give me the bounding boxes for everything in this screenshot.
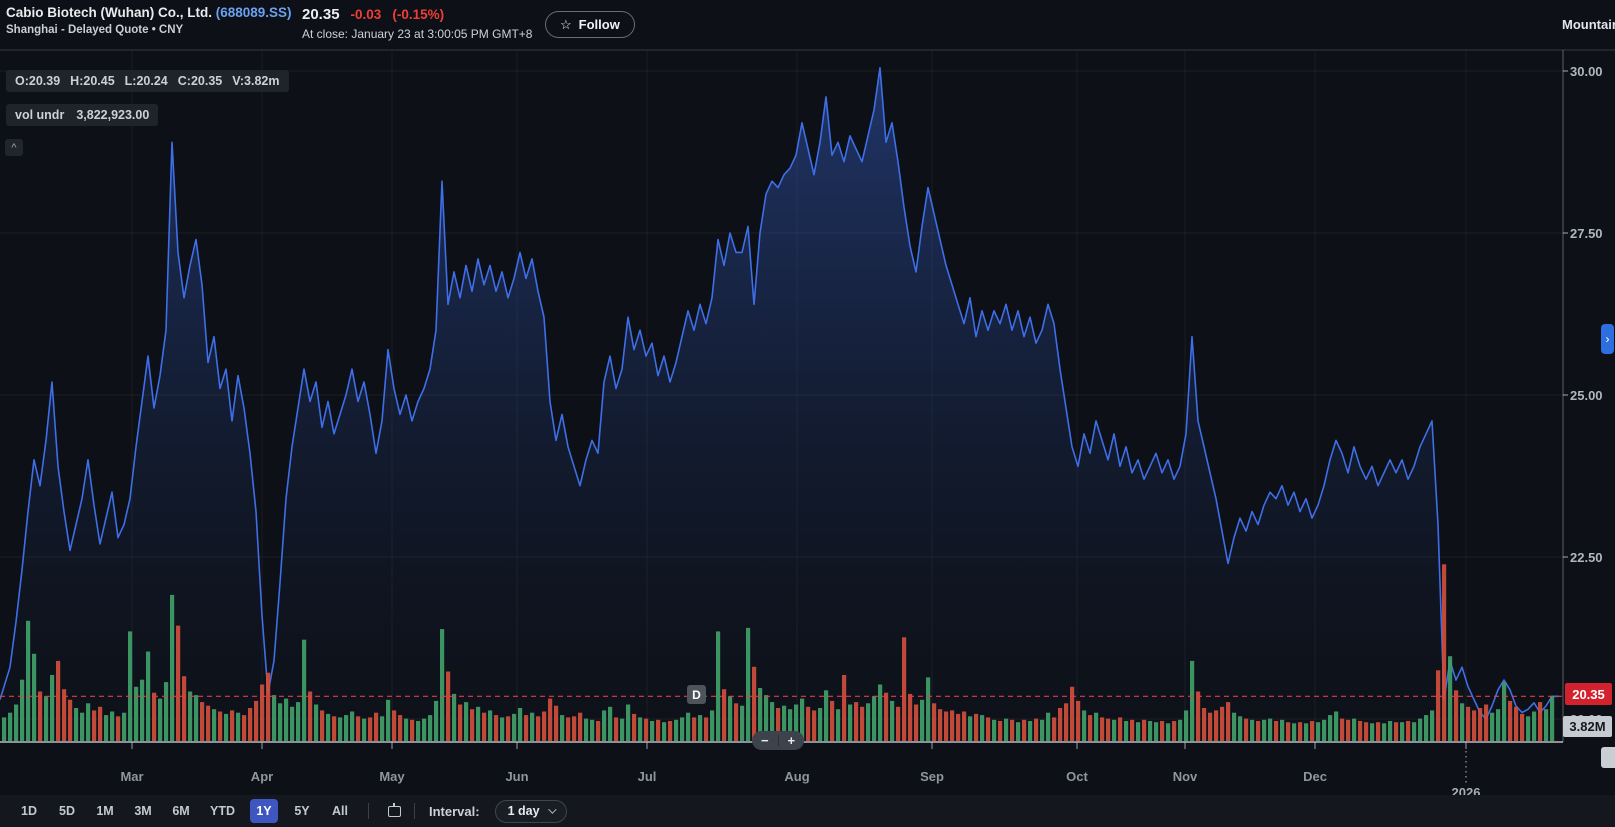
at-close-timestamp: At close: January 23 at 3:00:05 PM GMT+8 [302, 27, 532, 41]
last-price: 20.35 [302, 6, 340, 23]
exchange-line: Shanghai - Delayed Quote • CNY [6, 24, 183, 36]
chart-type-dropdown[interactable]: Mountain [1562, 17, 1615, 32]
range-button-6m[interactable]: 6M [167, 799, 195, 823]
interval-flag-badge: D [687, 685, 706, 704]
range-button-5d[interactable]: 5D [53, 799, 81, 823]
month-label: Apr [251, 769, 273, 784]
price-tick-label: 30.00 [1570, 64, 1614, 79]
axis-corner-handle[interactable] [1601, 747, 1615, 768]
indicator-label: vol undr [15, 108, 64, 122]
month-label: Nov [1173, 769, 1198, 784]
zoom-controls: − + [752, 731, 804, 750]
month-label: Aug [784, 769, 809, 784]
star-icon: ☆ [560, 17, 572, 33]
zoom-out-button[interactable]: − [752, 731, 778, 750]
follow-label: Follow [579, 17, 620, 32]
range-button-5y[interactable]: 5Y [288, 799, 316, 823]
collapse-chevron-icon[interactable]: ^ [5, 139, 23, 156]
interval-select[interactable]: 1 day [495, 800, 567, 823]
follow-button[interactable]: ☆ Follow [545, 11, 635, 38]
interval-label: Interval: [429, 804, 480, 819]
navigator-arrow-handle[interactable]: › [1601, 324, 1614, 354]
interval-value: 1 day [508, 804, 540, 818]
quote-row: 20.35 -0.03 (-0.15%) [302, 6, 444, 23]
range-button-ytd[interactable]: YTD [205, 799, 240, 823]
toolbar-divider [368, 803, 369, 819]
price-tick-label: 25.00 [1570, 388, 1614, 403]
volume-indicator-readout: vol undr 3,822,923.00 [6, 104, 158, 126]
range-button-all[interactable]: All [326, 799, 354, 823]
ohlc-readout: O:20.39 H:20.45 L:20.24 C:20.35 V:3.82m [6, 70, 289, 92]
range-button-1m[interactable]: 1M [91, 799, 119, 823]
month-label: Dec [1303, 769, 1327, 784]
month-label: Oct [1066, 769, 1088, 784]
toolbar-divider [414, 803, 415, 819]
range-buttons: 1D 5D 1M 3M 6M YTD 1Y 5Y All [15, 799, 364, 823]
calendar-icon[interactable] [381, 799, 407, 823]
ohlc-value: L:20.24 [125, 74, 168, 88]
indicator-value: 3,822,923.00 [76, 108, 149, 122]
range-button-3m[interactable]: 3M [129, 799, 157, 823]
zoom-in-button[interactable]: + [779, 731, 805, 750]
company-title: Cabio Biotech (Wuhan) Co., Ltd. (688089.… [6, 5, 292, 20]
month-label: Jul [638, 769, 657, 784]
ohlc-value: C:20.35 [178, 74, 222, 88]
range-button-1d[interactable]: 1D [15, 799, 43, 823]
month-label: Jun [505, 769, 528, 784]
month-label: May [379, 769, 404, 784]
price-tick-label: 27.50 [1570, 226, 1614, 241]
month-label: Sep [920, 769, 944, 784]
last-volume-badge: 3.82M [1563, 716, 1612, 737]
range-button-1y[interactable]: 1Y [250, 799, 278, 823]
chevron-down-icon [548, 805, 556, 813]
price-chart-canvas[interactable] [0, 0, 1615, 827]
ohlc-value: O:20.39 [15, 74, 60, 88]
chart-toolbar: 1D 5D 1M 3M 6M YTD 1Y 5Y All Interval: 1 day [0, 795, 1615, 827]
price-change: -0.03 [351, 7, 382, 22]
price-change-percent: (-0.15%) [392, 7, 444, 22]
ticker-symbol-link[interactable]: (688089.SS) [216, 5, 292, 20]
ohlc-value: V:3.82m [232, 74, 279, 88]
price-tick-label: 22.50 [1570, 550, 1614, 565]
last-price-badge: 20.35 [1565, 683, 1612, 705]
ohlc-value: H:20.45 [70, 74, 114, 88]
month-label: Mar [120, 769, 143, 784]
company-name: Cabio Biotech (Wuhan) Co., Ltd. [6, 5, 216, 20]
